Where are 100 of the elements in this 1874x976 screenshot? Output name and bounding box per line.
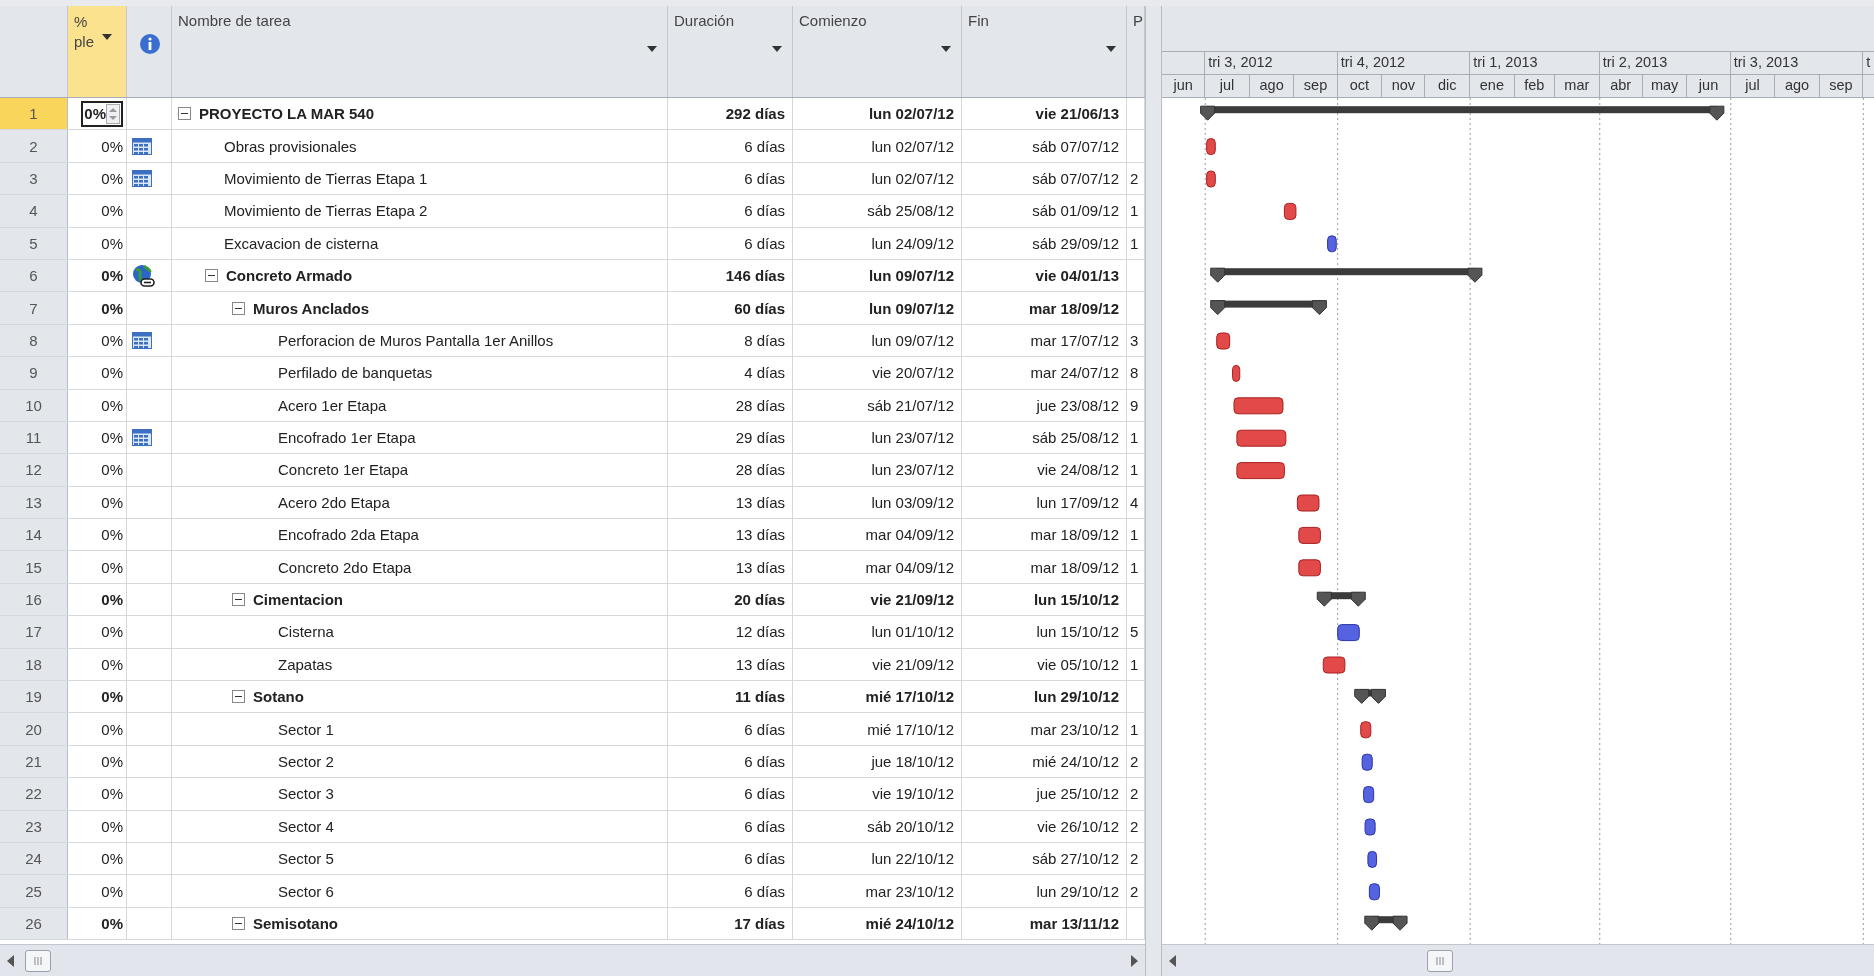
row-number[interactable]: 6	[0, 259, 68, 292]
scroll-thumb[interactable]	[1427, 949, 1453, 972]
row-number[interactable]: 22	[0, 778, 68, 810]
row-number[interactable]: 23	[0, 810, 68, 842]
task-finish-date: vie 05/10/12	[1037, 655, 1119, 673]
task-bar[interactable]	[1327, 235, 1337, 253]
dropdown-caret-icon[interactable]	[102, 34, 112, 40]
task-bar[interactable]	[1283, 202, 1297, 220]
task-bar[interactable]	[1298, 559, 1321, 577]
row-number[interactable]: 4	[0, 195, 68, 227]
dropdown-caret-icon[interactable]	[647, 46, 657, 52]
task-bar[interactable]	[1232, 364, 1241, 382]
row-number[interactable]: 18	[0, 648, 68, 681]
task-name: Encofrado 1er Etapa	[278, 429, 416, 447]
task-bar[interactable]	[1361, 753, 1373, 771]
task-start-date: vie 19/10/12	[872, 785, 954, 803]
row-number[interactable]: 10	[0, 389, 68, 421]
percent-spin-field[interactable]: 0%	[81, 100, 123, 127]
task-bar[interactable]	[1368, 883, 1380, 901]
percent-complete: 0%	[101, 914, 123, 932]
column-header[interactable]: Nombre de tarea	[172, 6, 668, 97]
row-number[interactable]: 1	[0, 98, 68, 130]
task-duration: 6 días	[744, 202, 785, 220]
task-predecessors: 2	[1130, 850, 1139, 868]
dropdown-caret-icon[interactable]	[1106, 46, 1116, 52]
summary-bar[interactable]	[1210, 267, 1483, 283]
row-number[interactable]: 21	[0, 745, 68, 778]
row-number[interactable]: 16	[0, 583, 68, 616]
row-number[interactable]: 3	[0, 162, 68, 195]
task-bar[interactable]	[1206, 138, 1216, 156]
column-header[interactable]: Fin	[962, 6, 1127, 97]
task-name: Sector 1	[278, 720, 334, 738]
row-number[interactable]: 26	[0, 907, 68, 940]
collapse-toggle-icon[interactable]	[232, 301, 245, 315]
spinner-icon[interactable]	[106, 103, 120, 124]
task-finish-date: mar 18/09/12	[1030, 526, 1119, 544]
column-header[interactable]: Comienzo	[793, 6, 962, 97]
dropdown-caret-icon[interactable]	[772, 46, 782, 52]
column-header[interactable]: Duración	[668, 6, 793, 97]
row-number[interactable]: 24	[0, 843, 68, 875]
row-number[interactable]: 7	[0, 292, 68, 324]
dropdown-caret-icon[interactable]	[941, 46, 951, 52]
task-bar[interactable]	[1363, 786, 1375, 804]
task-bar[interactable]	[1296, 494, 1320, 512]
summary-bar[interactable]	[1364, 915, 1408, 931]
task-duration: 6 días	[744, 817, 785, 835]
row-number[interactable]: 17	[0, 616, 68, 648]
row-number[interactable]: 11	[0, 421, 68, 454]
task-predecessors: 1	[1130, 655, 1139, 673]
row-number[interactable]: 2	[0, 130, 68, 162]
summary-bar[interactable]	[1316, 591, 1366, 607]
task-bar[interactable]	[1233, 397, 1284, 415]
column-header[interactable]: % ple	[68, 6, 127, 97]
task-name: Cimentacion	[253, 591, 343, 609]
task-bar[interactable]	[1364, 818, 1376, 836]
collapse-toggle-icon[interactable]	[205, 269, 218, 283]
task-name: PROYECTO LA MAR 540	[199, 105, 375, 123]
scroll-right-icon[interactable]	[1130, 954, 1139, 967]
task-duration: 13 días	[735, 526, 785, 544]
collapse-toggle-icon[interactable]	[232, 593, 245, 607]
scroll-thumb[interactable]	[25, 949, 51, 972]
task-bar[interactable]	[1216, 332, 1231, 350]
row-number[interactable]: 5	[0, 227, 68, 259]
row-number[interactable]: 13	[0, 486, 68, 519]
task-bar[interactable]	[1360, 721, 1372, 739]
summary-bar[interactable]	[1200, 105, 1725, 121]
timescale-month: oct	[1337, 75, 1383, 97]
task-finish-date: vie 26/10/12	[1037, 817, 1119, 835]
task-bar[interactable]	[1322, 656, 1346, 674]
task-finish-date: sáb 27/10/12	[1032, 850, 1119, 868]
task-predecessors: 9	[1130, 396, 1139, 414]
percent-complete: 0%	[101, 234, 123, 252]
scroll-left-icon[interactable]	[6, 954, 15, 967]
row-number[interactable]: 9	[0, 357, 68, 389]
summary-bar[interactable]	[1210, 300, 1327, 316]
row-number[interactable]: 8	[0, 324, 68, 357]
summary-bar[interactable]	[1354, 688, 1386, 704]
task-name: Sector 2	[278, 753, 334, 770]
scroll-left-icon[interactable]	[1168, 954, 1177, 967]
row-number[interactable]: 20	[0, 713, 68, 745]
task-bar[interactable]	[1236, 429, 1287, 447]
timescale-month: ene	[1470, 75, 1515, 97]
row-number[interactable]: 15	[0, 551, 68, 583]
row-number[interactable]: 25	[0, 875, 68, 907]
collapse-toggle-icon[interactable]	[178, 107, 191, 121]
percent-complete: 0%	[101, 396, 123, 414]
task-bar[interactable]	[1206, 170, 1216, 188]
task-bar[interactable]	[1337, 624, 1360, 642]
timescale-month: jul	[1205, 75, 1250, 97]
row-number[interactable]: 12	[0, 454, 68, 486]
task-bar[interactable]	[1298, 526, 1321, 544]
collapse-toggle-icon[interactable]	[232, 916, 245, 930]
task-predecessors: 2	[1130, 785, 1139, 803]
row-number[interactable]: 19	[0, 681, 68, 713]
percent-complete: 0%	[101, 364, 123, 382]
task-start-date: vie 21/09/12	[870, 591, 954, 609]
task-bar[interactable]	[1236, 462, 1285, 480]
task-bar[interactable]	[1367, 850, 1378, 868]
collapse-toggle-icon[interactable]	[232, 690, 245, 704]
row-number[interactable]: 14	[0, 519, 68, 551]
